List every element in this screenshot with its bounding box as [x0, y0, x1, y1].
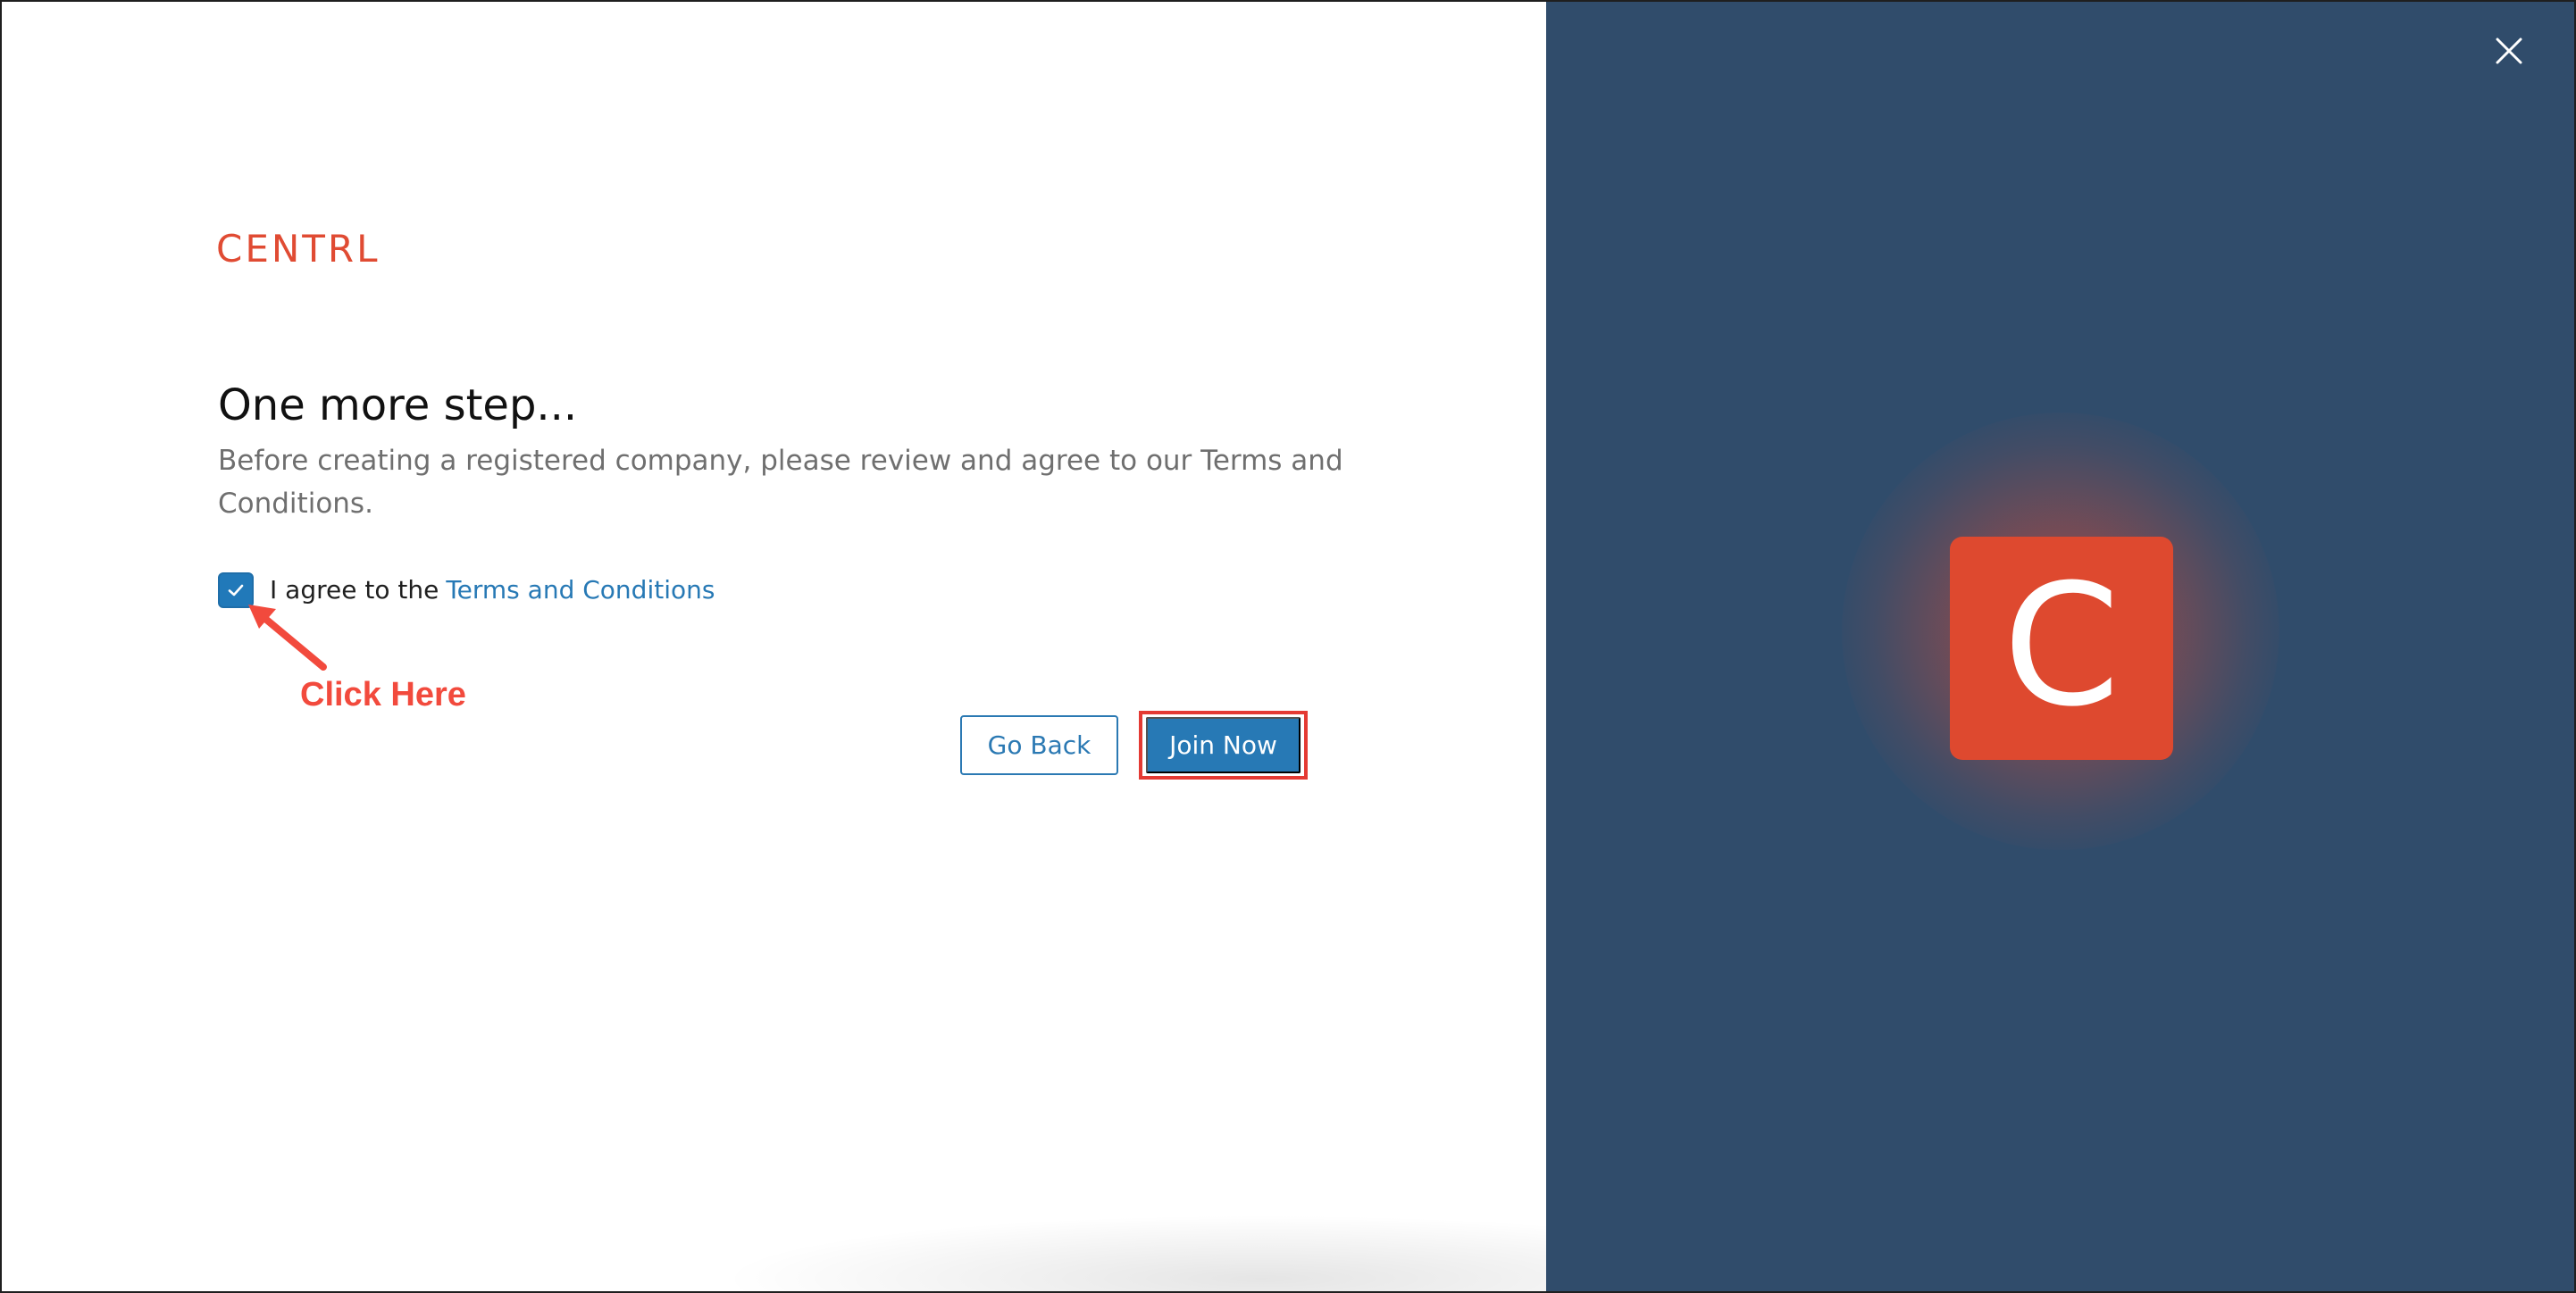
x-icon [2496, 38, 2522, 64]
go-back-button[interactable]: Go Back [960, 715, 1118, 775]
centrl-app-logo: C [1950, 537, 2173, 760]
signup-modal: CENTRL One more step... Before creating … [0, 0, 2576, 1293]
join-now-button[interactable]: Join Now [1146, 717, 1301, 773]
centrl-logo: CENTRL [216, 227, 381, 271]
centrl-logo-letter: C [2003, 548, 2120, 744]
click-here-arrow [248, 605, 327, 671]
terms-and-conditions-link[interactable]: Terms and Conditions [446, 578, 715, 603]
terms-panel: CENTRL One more step... Before creating … [2, 2, 1546, 1291]
click-here-annotation: Click Here [300, 676, 466, 713]
page-title: One more step... [218, 380, 578, 430]
terms-description: Before creating a registered company, pl… [218, 445, 1343, 520]
close-icon[interactable] [2494, 36, 2524, 66]
